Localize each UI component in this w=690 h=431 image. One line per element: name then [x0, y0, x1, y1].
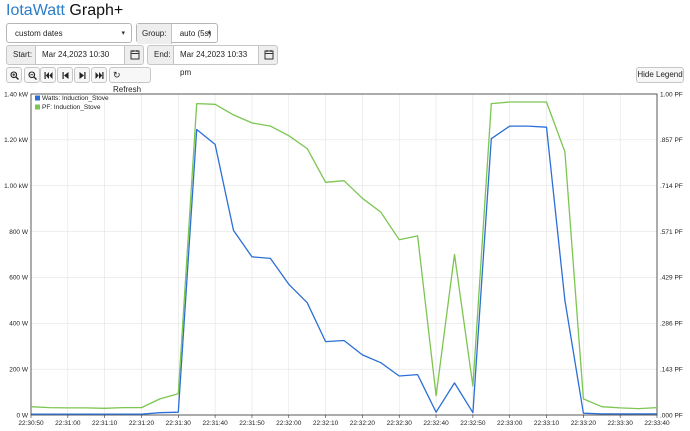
left-tick-label: 800 W [9, 229, 29, 236]
end-calendar-button[interactable] [258, 45, 278, 65]
zoom-in-button[interactable] [6, 67, 22, 83]
x-tick-label: 22:31:40 [202, 420, 228, 427]
plot-frame [30, 93, 658, 416]
calendar-icon [130, 50, 140, 60]
chart-grid [30, 93, 658, 416]
legend-swatch [35, 95, 40, 101]
chart-legend: Watts: Induction_Stove PF: Induction_Stov… [35, 95, 109, 111]
left-axis: 0 W 200 W 400 W 600 W 800 W 1.00 kW 1.20 kW 1.4… [4, 91, 29, 419]
x-tick-label: 22:32:10 [313, 420, 339, 427]
right-tick-label: .286 PF [660, 321, 683, 328]
x-tick-label: 22:31:10 [92, 420, 118, 427]
start-date-input[interactable]: Mar 24,2023 10:30 pm [35, 45, 125, 77]
refresh-button[interactable]: ↻ Refresh [109, 67, 151, 94]
x-tick-label: 22:32:30 [387, 420, 413, 427]
skip-forward-icon [95, 72, 103, 79]
group-label: Group: [137, 24, 173, 44]
zoom-out-button[interactable] [24, 67, 40, 83]
series-line-watts [31, 125, 657, 415]
skip-forward-button[interactable] [91, 67, 107, 83]
x-tick-label: 22:31:20 [129, 420, 155, 427]
x-tick-label: 22:33:10 [534, 420, 560, 427]
x-tick-label: 22:31:50 [239, 420, 265, 427]
chevron-down-icon: ▾ [121, 30, 125, 37]
series-lines [30, 101, 658, 415]
right-tick-label: .143 PF [660, 366, 683, 373]
end-date-input[interactable]: Mar 24,2023 10:33 pm [173, 45, 259, 77]
start-calendar-button[interactable] [124, 45, 144, 65]
refresh-icon: ↻ [113, 70, 121, 80]
right-tick-label: 1.00 PF [660, 91, 683, 98]
brand-name: IotaWatt [6, 2, 65, 19]
group-control: Group: auto (5s) ▾ [136, 23, 218, 44]
hide-legend-button[interactable]: Hide Legend [636, 67, 684, 83]
chevron-down-icon: ▾ [207, 30, 211, 37]
range-select[interactable]: custom dates ▾ [6, 23, 132, 43]
start-label: Start: [6, 45, 36, 65]
left-tick-label: 0 W [16, 412, 28, 419]
step-back-icon [62, 72, 68, 79]
legend-label: PF: Induction_Stove [42, 104, 101, 111]
right-tick-label: .857 PF [660, 137, 683, 144]
app-title: IotaWatt Graph+ [6, 1, 123, 21]
x-tick-label: 22:30:50 [18, 420, 44, 427]
left-tick-label: 400 W [9, 321, 29, 328]
range-select-value: custom dates [15, 29, 63, 38]
end-label: End: [147, 45, 174, 65]
x-tick-label: 22:32:40 [423, 420, 449, 427]
x-axis: 22:30:50 22:31:00 22:31:10 22:31:20 22:31:30… [18, 415, 670, 427]
left-tick-label: 1.20 kW [4, 137, 29, 144]
zoom-in-icon [9, 71, 19, 80]
right-tick-label: .571 PF [660, 229, 683, 236]
group-select[interactable]: auto (5s) [175, 29, 212, 38]
legend-label: Watts: Induction_Stove [42, 95, 109, 102]
x-tick-label: 22:32:50 [460, 420, 486, 427]
step-forward-button[interactable] [74, 67, 90, 83]
x-tick-label: 22:33:00 [497, 420, 523, 427]
right-axis: .000 PF .143 PF .286 PF .429 PF .571 PF .714 … [660, 91, 683, 419]
series-line-pf [30, 101, 658, 410]
x-tick-label: 22:31:00 [55, 420, 81, 427]
x-tick-label: 22:32:00 [276, 420, 302, 427]
right-tick-label: .714 PF [660, 183, 683, 190]
x-tick-label: 22:33:30 [608, 420, 634, 427]
step-forward-icon [79, 72, 85, 79]
right-tick-label: .000 PF [660, 412, 683, 419]
left-tick-label: 1.00 kW [4, 183, 29, 190]
x-tick-label: 22:32:20 [350, 420, 376, 427]
calendar-icon [264, 50, 274, 60]
x-tick-label: 22:33:20 [571, 420, 597, 427]
skip-back-button[interactable] [40, 67, 56, 83]
title-suffix: Graph+ [64, 2, 124, 19]
left-tick-label: 1.40 kW [4, 91, 29, 98]
left-tick-label: 200 W [9, 366, 29, 373]
power-chart: 0 W 200 W 400 W 600 W 800 W 1.00 kW 1.20 kW 1.4… [4, 91, 683, 427]
step-back-button[interactable] [57, 67, 73, 83]
zoom-out-icon [27, 71, 37, 80]
legend-swatch [35, 104, 40, 110]
x-tick-label: 22:31:30 [166, 420, 192, 427]
right-tick-label: .429 PF [660, 275, 683, 282]
left-tick-label: 600 W [9, 275, 29, 282]
x-tick-label: 22:33:40 [644, 420, 670, 427]
skip-back-icon [44, 72, 52, 79]
